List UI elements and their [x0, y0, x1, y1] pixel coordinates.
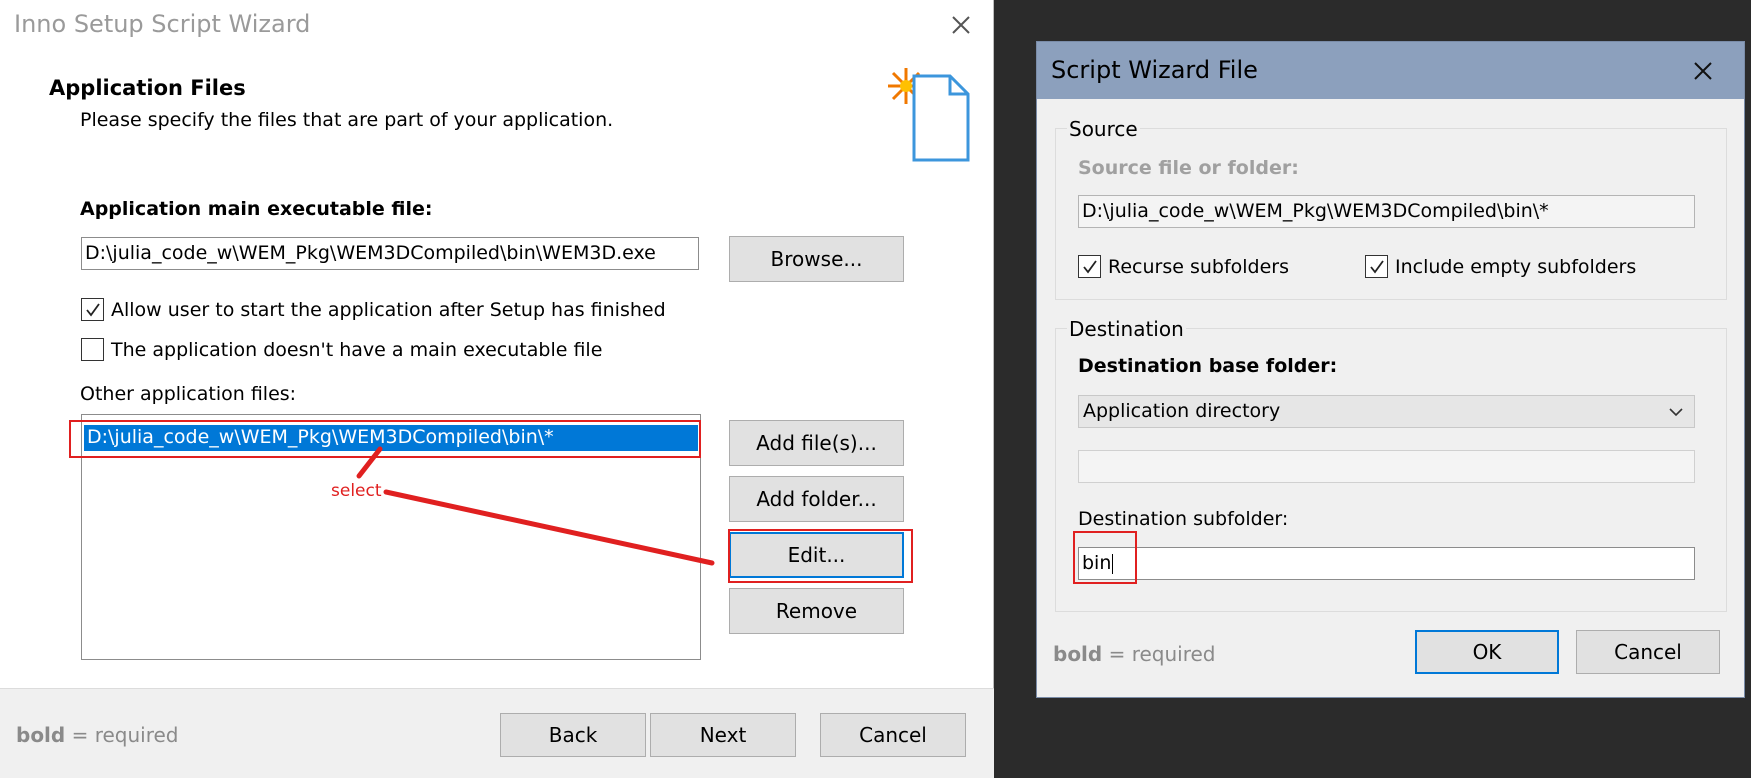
checkbox-unchecked-icon: [81, 338, 104, 361]
chevron-down-icon: [1669, 408, 1683, 417]
page-description: Please specify the files that are part o…: [80, 109, 614, 131]
annotation-select-text: select: [331, 481, 382, 501]
dest-base-select[interactable]: Application directory: [1078, 395, 1695, 428]
cancel-button[interactable]: Cancel: [1576, 630, 1720, 674]
required-rest: = required: [65, 723, 179, 747]
include-empty-label: Include empty subfolders: [1395, 255, 1637, 278]
back-button[interactable]: Back: [500, 713, 646, 757]
required-legend: bold = required: [16, 723, 179, 747]
add-folder-button[interactable]: Add folder...: [729, 476, 904, 522]
close-icon[interactable]: [946, 10, 976, 40]
dest-subfolder-label: Destination subfolder:: [1078, 508, 1289, 530]
no-main-exe-checkbox[interactable]: The application doesn't have a main exec…: [81, 338, 602, 361]
source-group-label: Source: [1067, 117, 1140, 141]
allow-start-label: Allow user to start the application afte…: [111, 298, 666, 321]
wizard-title: Inno Setup Script Wizard: [14, 10, 311, 38]
recurse-label: Recurse subfolders: [1108, 255, 1290, 278]
dialog-title: Script Wizard File: [1051, 56, 1258, 84]
ok-button[interactable]: OK: [1415, 630, 1559, 674]
annotation-box-subfolder: [1073, 531, 1137, 584]
script-wizard-file-dialog: Script Wizard File Source Source file or…: [1036, 41, 1745, 698]
add-files-button[interactable]: Add file(s)...: [729, 420, 904, 466]
disabled-field: [1078, 450, 1695, 483]
cancel-button[interactable]: Cancel: [820, 713, 966, 757]
annotation-box-list-item: [69, 420, 701, 458]
inno-setup-wizard-window: Inno Setup Script Wizard Application Fil…: [0, 0, 994, 778]
annotation-box-edit-button: [728, 529, 913, 583]
recurse-subfolders-checkbox[interactable]: Recurse subfolders: [1078, 255, 1289, 278]
source-label: Source file or folder:: [1078, 157, 1299, 179]
required-legend: bold = required: [1053, 642, 1216, 666]
dialog-titlebar: Script Wizard File: [1037, 42, 1744, 99]
checkbox-checked-icon: [1365, 255, 1388, 278]
required-bold-word: bold: [1053, 642, 1103, 666]
checkbox-checked-icon: [81, 298, 104, 321]
dest-subfolder-input[interactable]: bin: [1078, 547, 1695, 580]
dest-base-value: Application directory: [1083, 400, 1281, 422]
allow-start-checkbox[interactable]: Allow user to start the application afte…: [81, 298, 666, 321]
required-rest: = required: [1102, 642, 1216, 666]
main-exe-input[interactable]: D:\julia_code_w\WEM_Pkg\WEM3DCompiled\bi…: [81, 237, 699, 270]
no-main-exe-label: The application doesn't have a main exec…: [111, 338, 603, 361]
new-file-wizard-icon: [888, 68, 970, 162]
remove-button[interactable]: Remove: [729, 588, 904, 634]
close-icon[interactable]: [1688, 56, 1718, 86]
wizard-footer: bold = required Back Next Cancel: [0, 688, 994, 778]
destination-group-label: Destination: [1067, 317, 1186, 341]
page-heading: Application Files: [49, 76, 246, 100]
source-input[interactable]: D:\julia_code_w\WEM_Pkg\WEM3DCompiled\bi…: [1078, 195, 1695, 228]
next-button[interactable]: Next: [650, 713, 796, 757]
checkbox-checked-icon: [1078, 255, 1101, 278]
other-files-label: Other application files:: [80, 383, 297, 405]
dest-base-label: Destination base folder:: [1078, 355, 1338, 377]
main-exe-label: Application main executable file:: [80, 198, 433, 220]
include-empty-subfolders-checkbox[interactable]: Include empty subfolders: [1365, 255, 1636, 278]
browse-button[interactable]: Browse...: [729, 236, 904, 282]
required-bold-word: bold: [16, 723, 66, 747]
